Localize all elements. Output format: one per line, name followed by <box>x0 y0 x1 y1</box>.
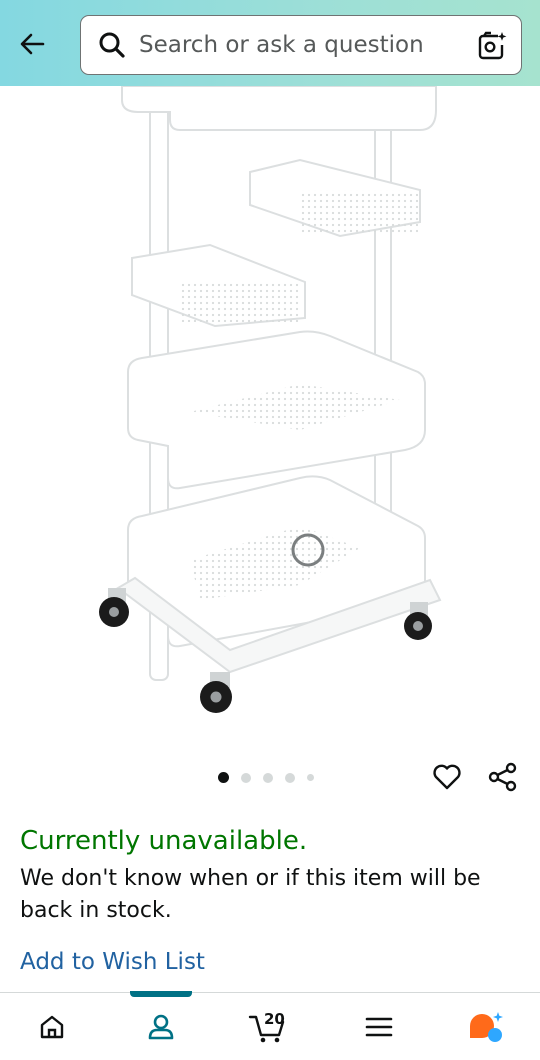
share-icon <box>488 762 517 792</box>
carousel-dot-2[interactable] <box>241 772 251 783</box>
nav-cart[interactable]: 20 <box>233 993 303 1060</box>
back-button[interactable] <box>12 24 52 64</box>
account-icon <box>148 1014 174 1040</box>
share-button[interactable] <box>486 760 520 794</box>
nav-account[interactable] <box>126 993 196 1060</box>
home-icon <box>40 1015 64 1039</box>
stock-note: We don't know when or if this item will … <box>20 866 481 923</box>
nav-menu[interactable] <box>344 993 414 1060</box>
menu-icon <box>365 1017 393 1037</box>
rolling-cart-image <box>99 86 442 713</box>
wishlist-heart-button[interactable] <box>430 760 464 794</box>
carousel-dot-5[interactable] <box>307 774 314 781</box>
add-to-wish-list-link[interactable]: Add to Wish List <box>20 949 205 975</box>
top-header <box>0 0 540 86</box>
search-icon <box>97 30 127 60</box>
assistant-icon <box>470 1012 503 1042</box>
camera-icon[interactable] <box>475 29 509 63</box>
nav-home[interactable] <box>17 993 87 1060</box>
carousel-dot-1[interactable] <box>218 772 229 783</box>
bottom-nav: 20 <box>0 991 540 1060</box>
carousel-dot-3[interactable] <box>263 772 273 783</box>
nav-assistant[interactable] <box>452 993 522 1060</box>
cart-count-badge: 20 <box>264 1010 285 1028</box>
back-arrow-icon <box>20 33 45 55</box>
product-image[interactable] <box>0 86 540 756</box>
image-carousel-dots[interactable] <box>218 772 314 783</box>
heart-icon <box>433 764 461 790</box>
search-bar[interactable] <box>80 15 522 75</box>
search-input[interactable] <box>139 32 459 58</box>
carousel-dot-4[interactable] <box>285 772 295 783</box>
availability-status: Currently unavailable. <box>20 826 308 856</box>
